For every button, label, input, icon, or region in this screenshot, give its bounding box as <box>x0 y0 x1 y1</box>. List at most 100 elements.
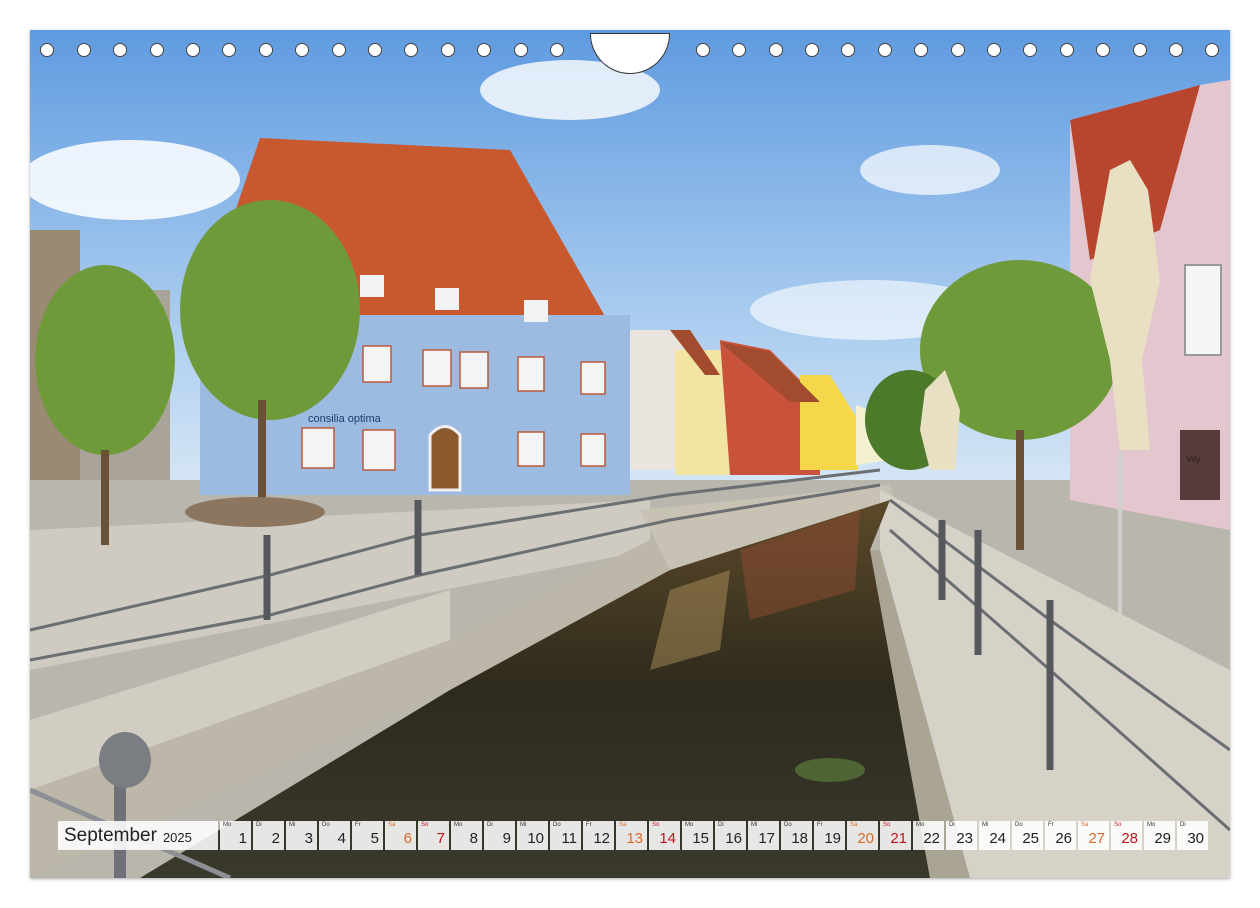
binding-hole <box>113 43 127 57</box>
day-number: 25 <box>1022 830 1039 847</box>
day-cell: Sa 27 <box>1078 821 1109 850</box>
calendar-strip: September 2025 Mo 1 Di 2 Mi 3 Do 4 Fr 5 Sa 6 So 7 Mo 8 D… <box>58 821 1210 850</box>
day-number: 26 <box>1055 830 1072 847</box>
weekday-label: Di <box>487 822 493 828</box>
right-shop-sign: Vily <box>1186 454 1201 464</box>
weekday-label: Do <box>553 822 561 828</box>
day-cell: Do 25 <box>1012 821 1043 850</box>
day-number: 9 <box>502 830 511 847</box>
binding-hole <box>1205 43 1219 57</box>
binding-hole <box>514 43 528 57</box>
day-number: 13 <box>626 830 643 847</box>
weekday-label: Sa <box>1081 822 1089 828</box>
day-cell: Mi 3 <box>286 821 317 850</box>
weekday-label: Fr <box>355 822 361 828</box>
day-number: 4 <box>337 830 346 847</box>
binding-hole <box>914 43 928 57</box>
binding-hole <box>77 43 91 57</box>
day-cells: Mo 1 Di 2 Mi 3 Do 4 Fr 5 Sa 6 So 7 Mo 8 Di 9 Mi 10 Do 11 Fr 12 S… <box>220 821 1210 850</box>
weekday-label: Sa <box>388 822 396 828</box>
day-number: 2 <box>271 830 280 847</box>
day-number: 3 <box>304 830 313 847</box>
day-number: 23 <box>956 830 973 847</box>
day-cell: Mi 17 <box>748 821 779 850</box>
binding-hole <box>295 43 309 57</box>
day-number: 8 <box>469 830 478 847</box>
day-cell: Sa 13 <box>616 821 647 850</box>
weekday-label: Mi <box>751 822 758 828</box>
day-number: 30 <box>1187 830 1204 847</box>
binding-hole <box>878 43 892 57</box>
day-number: 10 <box>527 830 544 847</box>
day-cell: Sa 20 <box>847 821 878 850</box>
binding-hole <box>40 43 54 57</box>
day-cell: Di 30 <box>1177 821 1208 850</box>
weekday-label: Di <box>256 822 262 828</box>
day-cell: Di 2 <box>253 821 284 850</box>
binding-hole <box>368 43 382 57</box>
binding-hole <box>987 43 1001 57</box>
binding-hole <box>477 43 491 57</box>
day-cell: Mo 1 <box>220 821 251 850</box>
day-cell: Mo 22 <box>913 821 944 850</box>
binding-hole <box>186 43 200 57</box>
day-number: 17 <box>758 830 775 847</box>
year: 2025 <box>162 830 192 845</box>
binding-hole <box>550 43 564 57</box>
day-number: 18 <box>791 830 808 847</box>
day-number: 28 <box>1121 830 1138 847</box>
day-cell: Di 16 <box>715 821 746 850</box>
binding-hole <box>1169 43 1183 57</box>
day-number: 7 <box>436 830 445 847</box>
binding-hole <box>769 43 783 57</box>
weekday-label: So <box>1114 822 1122 828</box>
day-cell: Mo 8 <box>451 821 482 850</box>
day-number: 21 <box>890 830 907 847</box>
binding-hole <box>732 43 746 57</box>
day-number: 11 <box>561 830 577 847</box>
weekday-label: Di <box>1180 822 1186 828</box>
binding-hole <box>696 43 710 57</box>
weekday-label: Mi <box>289 822 296 828</box>
binding-hole <box>805 43 819 57</box>
binding-hole <box>332 43 346 57</box>
binding-hole <box>1023 43 1037 57</box>
day-number: 22 <box>923 830 940 847</box>
weekday-label: Fr <box>817 822 823 828</box>
weekday-label: So <box>883 822 891 828</box>
day-number: 5 <box>370 830 379 847</box>
day-cell: Do 11 <box>550 821 581 850</box>
binding-hole <box>1060 43 1074 57</box>
month-label: September 2025 <box>58 821 218 850</box>
weekday-label: Mo <box>685 822 694 828</box>
calendar-photo: consilia optima Vily <box>30 30 1230 878</box>
weekday-label: Mo <box>1147 822 1156 828</box>
day-cell: So 21 <box>880 821 911 850</box>
day-cell: Do 18 <box>781 821 812 850</box>
weekday-label: Do <box>784 822 792 828</box>
day-number: 1 <box>238 830 247 847</box>
day-cell: Fr 26 <box>1045 821 1076 850</box>
weekday-label: So <box>652 822 660 828</box>
day-cell: So 7 <box>418 821 449 850</box>
weekday-label: Mo <box>916 822 925 828</box>
day-cell: Fr 19 <box>814 821 845 850</box>
day-number: 15 <box>692 830 709 847</box>
day-cell: Mi 24 <box>979 821 1010 850</box>
binding-hole <box>404 43 418 57</box>
day-cell: Sa 6 <box>385 821 416 850</box>
weekday-label: Fr <box>1048 822 1054 828</box>
day-cell: Di 23 <box>946 821 977 850</box>
day-number: 27 <box>1088 830 1105 847</box>
day-cell: Fr 5 <box>352 821 383 850</box>
day-cell: Mo 15 <box>682 821 713 850</box>
day-number: 6 <box>403 830 412 847</box>
day-cell: So 28 <box>1111 821 1142 850</box>
day-cell: Mi 10 <box>517 821 548 850</box>
month-name: September <box>64 824 157 846</box>
shop-sign-text: consilia optima <box>308 413 382 425</box>
weekday-label: Di <box>718 822 724 828</box>
day-cell: Mo 29 <box>1144 821 1175 850</box>
binding-hole <box>841 43 855 57</box>
weekday-label: Sa <box>619 822 627 828</box>
